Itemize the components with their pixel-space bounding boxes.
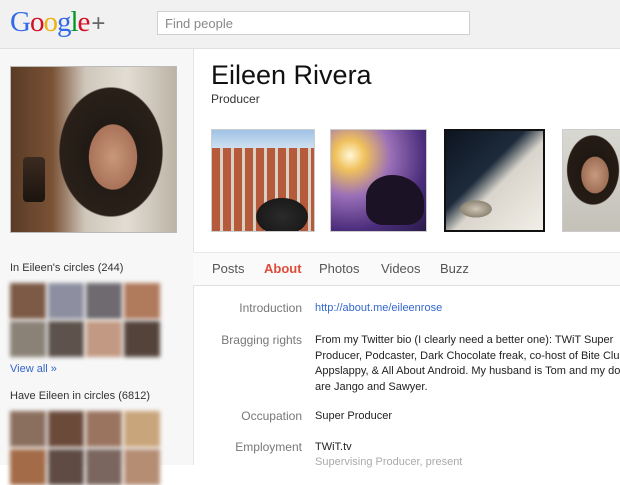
avatar[interactable]	[86, 411, 122, 447]
logo-letter: l	[70, 6, 78, 38]
avatar[interactable]	[124, 449, 160, 485]
photo-thumbnail[interactable]	[330, 129, 427, 232]
avatar[interactable]	[48, 449, 84, 485]
photo-thumbnail[interactable]	[562, 129, 620, 232]
search-placeholder: Find people	[165, 16, 233, 31]
bragging-rights-text: From my Twitter bio (I clearly need a be…	[315, 333, 620, 395]
avatar[interactable]	[10, 283, 46, 319]
occupation-label: Occupation	[241, 409, 302, 423]
avatar[interactable]	[86, 321, 122, 357]
google-plus-logo[interactable]: Google+	[10, 6, 105, 39]
avatar[interactable]	[48, 411, 84, 447]
have-in-circles-title: Have Eileen in circles (6812)	[10, 390, 151, 402]
bragging-line: Producer, Podcaster, Dark Chocolate frea…	[315, 349, 620, 362]
avatar[interactable]	[10, 321, 46, 357]
search-input[interactable]: Find people	[157, 11, 470, 35]
bragging-line: are Jango and Sawyer.	[315, 380, 428, 393]
tab-about[interactable]: About	[264, 261, 302, 276]
avatar[interactable]	[10, 411, 46, 447]
in-circles-title: In Eileen's circles (244)	[10, 262, 124, 274]
bragging-line: Appslappy, & All About Android. My husba…	[315, 365, 620, 377]
bragging-line: From my Twitter bio (I clearly need a be…	[315, 334, 614, 346]
avatar[interactable]	[86, 283, 122, 319]
bragging-rights-label: Bragging rights	[221, 333, 302, 347]
occupation-value: Super Producer	[315, 410, 393, 422]
tab-videos[interactable]: Videos	[381, 261, 421, 276]
avatar[interactable]	[124, 283, 160, 319]
photo-thumbnail[interactable]	[211, 129, 315, 232]
in-circles-avatars	[10, 283, 160, 357]
top-bar: Google+ Find people	[0, 0, 620, 49]
avatar[interactable]	[48, 283, 84, 319]
avatar[interactable]	[124, 321, 160, 357]
tab-buzz[interactable]: Buzz	[440, 261, 469, 276]
view-all-link[interactable]: View all »	[10, 363, 57, 375]
employment-label: Employment	[235, 440, 302, 454]
logo-letter: o	[29, 6, 44, 38]
employment-value: TWiT.tv	[315, 441, 352, 453]
photo-thumbnail[interactable]	[444, 129, 545, 232]
logo-letter: e	[77, 6, 91, 38]
avatar[interactable]	[124, 411, 160, 447]
tab-posts[interactable]: Posts	[212, 261, 245, 276]
avatar[interactable]	[48, 321, 84, 357]
left-sidebar: In Eileen's circles (244) View all » Hav…	[0, 49, 194, 485]
tab-photos[interactable]: Photos	[319, 261, 359, 276]
introduction-link[interactable]: http://about.me/eileenrose	[315, 301, 620, 317]
avatar[interactable]	[10, 449, 46, 485]
avatar[interactable]	[86, 449, 122, 485]
profile-photo[interactable]	[10, 66, 177, 233]
employment-subtitle: Supervising Producer, present	[315, 456, 463, 468]
logo-letter: o	[43, 6, 57, 38]
profile-name: Eileen Rivera	[211, 60, 372, 90]
logo-letter: g	[56, 6, 71, 38]
introduction-label: Introduction	[239, 301, 302, 315]
profile-tabs: Posts About Photos Videos Buzz	[193, 252, 620, 286]
have-in-circles-avatars	[10, 411, 160, 485]
logo-plus: +	[91, 10, 105, 37]
logo-letter: G	[10, 6, 31, 38]
profile-title: Producer	[211, 92, 260, 106]
